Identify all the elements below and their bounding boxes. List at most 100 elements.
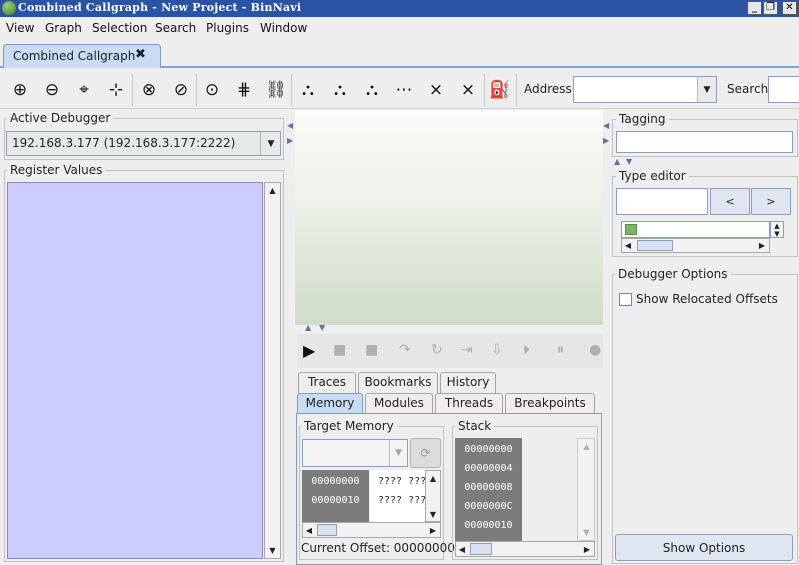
scroll-down-arrow-icon[interactable]: ▼ — [265, 543, 280, 558]
scroll-right-arrow-icon[interactable]: ▶ — [756, 239, 768, 252]
maximize-button[interactable]: ❐ — [763, 1, 778, 15]
memory-section-select[interactable]: ▼ — [302, 439, 408, 467]
color-fill-icon[interactable]: ⛽ — [488, 78, 512, 102]
previous-type-button[interactable]: < — [710, 188, 750, 215]
search-input[interactable] — [768, 76, 799, 103]
type-editor-input[interactable] — [616, 188, 708, 215]
stack-title: Stack — [455, 419, 495, 433]
show-options-button[interactable]: Show Options — [615, 534, 793, 561]
suspend-icon[interactable]: ⏸ — [557, 342, 564, 358]
type-spinner-icon[interactable]: ▲ ▼ — [770, 221, 784, 238]
select-parents-icon[interactable]: ⛬ — [328, 78, 352, 102]
collapse-left-arrow-icon[interactable]: ◀ — [603, 121, 609, 130]
stack-address: 00000000 — [464, 444, 513, 455]
tab-bookmarks[interactable]: Bookmarks — [358, 372, 438, 393]
zoom-out-icon[interactable]: ⊖ — [40, 78, 64, 102]
step-end-icon[interactable]: ⇩ — [491, 342, 503, 358]
scroll-left-arrow-icon[interactable]: ◀ — [622, 239, 634, 252]
debugger-select[interactable]: 192.168.3.177 (192.168.3.177:2222) ▼ — [6, 131, 281, 156]
scroll-thumb[interactable] — [317, 524, 337, 536]
detach-icon[interactable]: ■ — [365, 342, 378, 358]
show-relocated-offsets-checkbox[interactable] — [619, 293, 632, 306]
tab-label: Combined Callgraph — [13, 49, 136, 63]
tab-traces[interactable]: Traces — [298, 372, 356, 393]
tab-threads[interactable]: Threads — [435, 393, 503, 414]
scroll-down-arrow-icon[interactable]: ▼ — [426, 507, 440, 522]
scroll-up-arrow-icon[interactable]: ▲ — [426, 471, 440, 486]
select-children-icon[interactable]: ⛬ — [296, 78, 320, 102]
step-to-next-block-icon[interactable]: ⇥ — [461, 342, 473, 358]
scroll-up-arrow-icon[interactable]: ▲ — [579, 439, 594, 454]
scroll-thumb[interactable] — [637, 240, 673, 251]
menu-view[interactable]: View — [6, 21, 34, 35]
scroll-down-arrow-icon[interactable]: ▼ — [579, 525, 594, 540]
memory-address: 00000010 — [311, 495, 360, 506]
scroll-left-arrow-icon[interactable]: ◀ — [303, 523, 315, 537]
step-over-icon[interactable]: ↷ — [399, 342, 411, 358]
layout-hierarchic-icon[interactable]: ⛓ — [264, 78, 288, 102]
memory-data: ???? ???? — [378, 495, 425, 506]
stop-debugger-icon[interactable]: ■ — [333, 342, 346, 358]
register-scrollbar[interactable]: ▲ ▼ — [264, 182, 281, 559]
collapse-up-arrow-icon[interactable]: ▲ — [614, 157, 620, 166]
resume-icon[interactable]: ⏵ — [523, 342, 530, 358]
type-editor-horizontal-scrollbar[interactable]: ◀ ▶ — [621, 238, 770, 253]
debugger-dropdown-arrow-icon[interactable]: ▼ — [260, 132, 281, 155]
scroll-up-arrow-icon[interactable]: ▲ — [265, 183, 280, 198]
select-node-icon[interactable]: ⊙ — [200, 78, 224, 102]
delete-selected-icon[interactable]: ⨯ — [424, 78, 448, 102]
delete-unselected-icon[interactable]: ⨯ — [456, 78, 480, 102]
menu-search[interactable]: Search — [155, 21, 196, 35]
start-debugger-icon[interactable]: ▶ — [303, 341, 315, 360]
close-tab-icon[interactable]: ✖ — [135, 47, 146, 62]
menu-plugins[interactable]: Plugins — [206, 21, 249, 35]
type-color-field[interactable] — [621, 221, 770, 238]
stack-vertical-scrollbar[interactable]: ▲ ▼ — [577, 438, 595, 541]
stack-address-column[interactable]: 00000000 00000004 00000008 0000000C 0000… — [455, 438, 522, 541]
menu-window[interactable]: Window — [260, 21, 307, 35]
scroll-thumb[interactable] — [470, 543, 492, 555]
collapse-left-arrow-icon[interactable]: ◀ — [287, 121, 293, 130]
zoom-in-icon[interactable]: ⊕ — [8, 78, 32, 102]
scroll-right-arrow-icon[interactable]: ▶ — [581, 542, 593, 556]
close-window-button[interactable]: ✕ — [782, 1, 797, 15]
minimize-button[interactable]: _ — [747, 1, 762, 15]
graph-canvas[interactable] — [295, 110, 603, 325]
select-path-icon[interactable]: ⋯ — [392, 78, 416, 102]
scroll-right-arrow-icon[interactable]: ▶ — [427, 523, 439, 537]
zoom-to-fit-icon[interactable]: ⌖ — [72, 78, 96, 102]
memory-dropdown-arrow-icon[interactable]: ▼ — [389, 440, 407, 466]
address-dropdown-arrow-icon[interactable]: ▼ — [697, 77, 716, 102]
refresh-memory-icon[interactable]: ⟳ — [410, 438, 441, 468]
menu-selection[interactable]: Selection — [92, 21, 147, 35]
expand-right-arrow-icon[interactable]: ▶ — [287, 136, 293, 145]
scroll-left-arrow-icon[interactable]: ◀ — [456, 542, 468, 556]
tab-combined-callgraph[interactable]: Combined Callgraph ✖ — [3, 44, 161, 68]
memory-data-column[interactable]: ???? ???? ???? ???? — [370, 470, 425, 522]
zoom-to-selection-icon[interactable]: ⊹ — [104, 78, 128, 102]
layout-circular-icon[interactable]: ⋕ — [232, 78, 256, 102]
freeze-view-icon[interactable]: ⊘ — [169, 78, 193, 102]
magnifier-icon[interactable]: ⊗ — [137, 78, 161, 102]
menu-graph[interactable]: Graph — [45, 21, 82, 35]
tab-history[interactable]: History — [440, 372, 496, 393]
target-memory-title: Target Memory — [301, 419, 397, 433]
memory-horizontal-scrollbar[interactable]: ◀ ▶ — [302, 522, 441, 538]
stack-address: 00000010 — [464, 520, 513, 531]
trace-icon[interactable]: ● — [589, 342, 601, 358]
tab-memory[interactable]: Memory — [297, 393, 363, 414]
tagging-input[interactable] — [616, 131, 793, 153]
next-type-button[interactable]: > — [751, 188, 791, 215]
memory-vertical-scrollbar[interactable]: ▲ ▼ — [425, 470, 441, 522]
expand-down-arrow-icon[interactable]: ▼ — [626, 157, 632, 166]
step-into-icon[interactable]: ↻ — [431, 342, 443, 358]
stack-address: 00000004 — [464, 463, 513, 474]
expand-right-arrow-icon[interactable]: ▶ — [603, 136, 609, 145]
tab-modules[interactable]: Modules — [365, 393, 433, 414]
memory-address: 00000000 — [311, 476, 360, 487]
select-successors-icon[interactable]: ⛬ — [360, 78, 384, 102]
stack-horizontal-scrollbar[interactable]: ◀ ▶ — [455, 541, 595, 557]
tab-breakpoints[interactable]: Breakpoints — [505, 393, 595, 414]
address-input[interactable] — [573, 76, 717, 103]
register-values-table[interactable] — [7, 182, 263, 559]
